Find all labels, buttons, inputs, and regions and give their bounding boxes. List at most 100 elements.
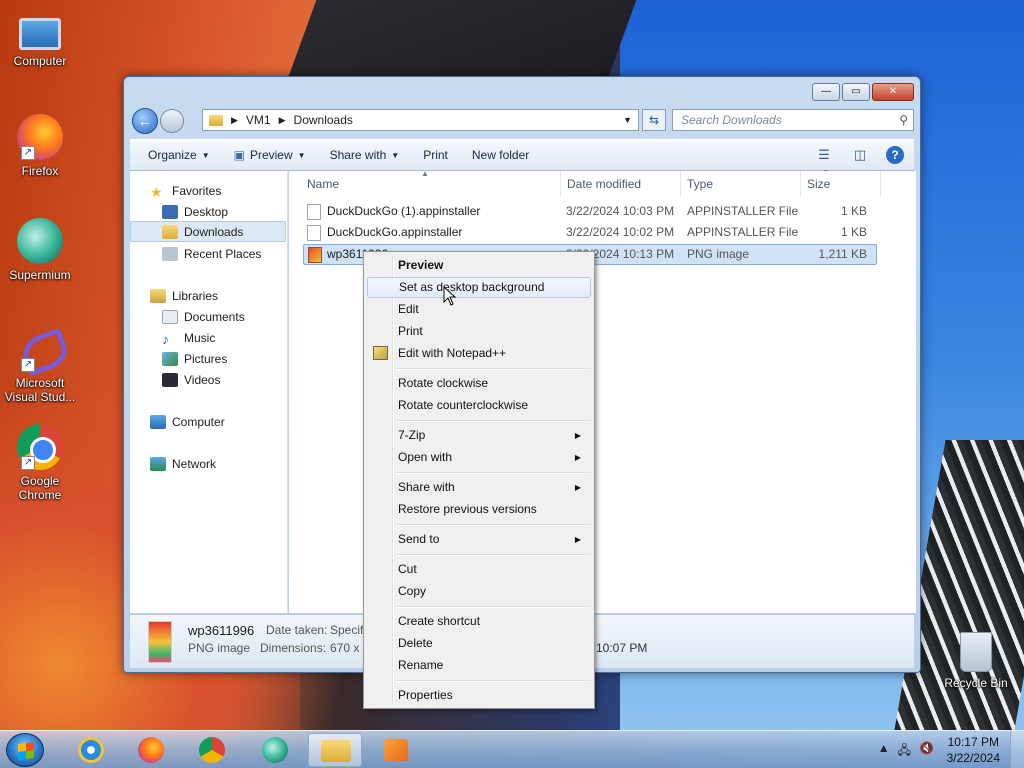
menu-item-edit[interactable]: Edit (367, 299, 591, 320)
table-row[interactable]: DuckDuckGo.appinstaller 3/22/2024 10:02 … (303, 223, 877, 244)
show-hidden-icons-icon[interactable]: ▲ (878, 741, 890, 762)
nav-network[interactable]: Network (130, 453, 286, 474)
organize-button[interactable]: Organize ▼ (136, 148, 222, 162)
chevron-down-icon: ▼ (201, 150, 210, 160)
menu-label: Preview (398, 258, 444, 272)
menu-label: Copy (398, 584, 427, 598)
table-row[interactable]: DuckDuckGo (1).appinstaller 3/22/2024 10… (303, 202, 877, 223)
close-button[interactable]: ✕ (872, 83, 914, 101)
sort-up-icon: ▲ (421, 169, 429, 178)
desktop-icon-computer[interactable]: Computer (0, 10, 80, 68)
start-button[interactable] (6, 733, 44, 767)
share-with-button[interactable]: Share with ▼ (318, 148, 412, 162)
chevron-down-icon[interactable]: ▼ (623, 115, 632, 125)
menu-label: Send to (398, 532, 440, 546)
preview-button[interactable]: ▣ Preview ▼ (222, 148, 318, 162)
column-label: Size (807, 177, 831, 191)
nav-documents[interactable]: Documents (130, 306, 286, 327)
nav-downloads[interactable]: Downloads (130, 221, 286, 242)
file-size: 1,211 KB (818, 247, 867, 261)
supermium-icon (17, 218, 63, 264)
volume-muted-icon[interactable]: 🔇 (919, 741, 934, 762)
refresh-icon: ⇆ (648, 113, 660, 127)
menu-item-create-shortcut[interactable]: Create shortcut (367, 611, 591, 632)
chevron-right-icon: ▶ (574, 453, 581, 462)
show-desktop-button[interactable] (1010, 731, 1024, 768)
nav-label: Desktop (184, 204, 229, 219)
nav-computer[interactable]: Computer (130, 411, 286, 432)
clock[interactable]: 10:17 PM 3/22/2024 (947, 734, 1000, 766)
clock-time: 10:17 PM (947, 735, 999, 749)
menu-item-rotate-counterclockwise[interactable]: Rotate counterclockwise (367, 395, 591, 416)
new-folder-label: New folder (471, 148, 530, 162)
search-input[interactable]: Search Downloads ⚲ (672, 109, 914, 131)
column-header-type[interactable]: Type (681, 171, 801, 197)
desktop-icon-chrome[interactable]: ↗ Google Chrome (0, 424, 80, 502)
column-header-size[interactable]: Size (801, 171, 881, 197)
preview-pane-button[interactable]: ◫ (850, 147, 870, 163)
notepad-icon (373, 346, 388, 360)
new-folder-button[interactable]: New folder (460, 148, 541, 162)
menu-item-share-with[interactable]: Share with ▶ (367, 477, 591, 498)
print-button[interactable]: Print (411, 148, 460, 162)
menu-item-cut[interactable]: Cut (367, 559, 591, 580)
menu-item-print[interactable]: Print (367, 321, 591, 342)
menu-item-edit-with-notepad[interactable]: Edit with Notepad++ (367, 343, 591, 364)
chevron-right-icon: ▶ (231, 114, 238, 125)
menu-label: Rotate clockwise (398, 376, 489, 390)
nav-label: Downloads (184, 224, 244, 239)
network-icon[interactable]: 🖧 (898, 741, 911, 762)
address-bar[interactable]: ▶ VM1 ▶ Downloads ▼ (202, 109, 639, 131)
menu-item-delete[interactable]: Delete (367, 633, 591, 654)
nav-videos[interactable]: Videos (130, 369, 286, 390)
forward-button[interactable] (160, 109, 184, 133)
breadcrumb-vm1[interactable]: VM1 (246, 113, 271, 127)
nav-favorites[interactable]: ★ Favorites (130, 180, 286, 201)
recycle-bin-icon (960, 632, 992, 672)
menu-item-restore-previous-versions[interactable]: Restore previous versions (367, 499, 591, 520)
menu-item-rotate-clockwise[interactable]: Rotate clockwise (367, 373, 591, 394)
desktop-icon-visual-studio[interactable]: ↗ Microsoft Visual Stud... (0, 326, 80, 404)
taskbar-firefox[interactable] (124, 733, 178, 767)
taskbar-supermium[interactable] (248, 733, 302, 767)
menu-item-7zip[interactable]: 7-Zip ▶ (367, 425, 591, 446)
file-size: 1 KB (840, 204, 867, 218)
nav-libraries[interactable]: Libraries (130, 285, 286, 306)
breadcrumb-downloads[interactable]: Downloads (294, 113, 353, 127)
menu-item-copy[interactable]: Copy (367, 581, 591, 602)
minimize-button[interactable]: — (812, 83, 840, 101)
menu-item-properties[interactable]: Properties (367, 685, 591, 706)
chevron-right-icon: ▶ (574, 431, 581, 440)
back-button[interactable]: ← (132, 108, 158, 134)
nav-desktop[interactable]: Desktop (130, 201, 286, 222)
menu-item-rename[interactable]: Rename (367, 655, 591, 676)
nav-recent-places[interactable]: Recent Places (130, 243, 286, 264)
details-date-taken-label: Date taken: (266, 623, 328, 637)
maximize-button[interactable]: ▭ (842, 83, 870, 101)
taskbar-windows-explorer[interactable] (308, 733, 362, 767)
help-button[interactable]: ? (886, 146, 904, 164)
desktop-icon-supermium[interactable]: Supermium (0, 218, 80, 282)
menu-separator (396, 554, 590, 556)
desktop-icon-firefox[interactable]: ↗ Firefox (0, 114, 80, 178)
chevron-right-icon: ▶ (574, 535, 581, 544)
nav-music[interactable]: ♪ Music (130, 327, 286, 348)
nav-pictures[interactable]: Pictures (130, 348, 286, 369)
menu-item-open-with[interactable]: Open with ▶ (367, 447, 591, 468)
menu-item-preview[interactable]: Preview (367, 255, 591, 276)
menu-item-send-to[interactable]: Send to ▶ (367, 529, 591, 550)
network-icon (150, 456, 166, 471)
taskbar-internet-explorer[interactable] (64, 733, 118, 767)
videos-icon (162, 372, 178, 387)
view-options-button[interactable]: ☰ ▼ (814, 147, 834, 177)
column-label: Date modified (567, 177, 642, 191)
refresh-button[interactable]: ⇆ (642, 109, 666, 131)
taskbar-media-player[interactable] (370, 733, 424, 767)
column-header-date-modified[interactable]: Date modified (561, 171, 681, 197)
taskbar-chrome[interactable] (185, 733, 239, 767)
menu-separator (396, 368, 590, 370)
menu-item-set-desktop-background[interactable]: Set as desktop background (367, 277, 591, 298)
column-header-name[interactable]: Name ▲ (301, 169, 561, 197)
menu-label: Edit with Notepad++ (398, 346, 507, 360)
desktop-icon-recycle-bin[interactable]: Recycle Bin (936, 632, 1016, 690)
